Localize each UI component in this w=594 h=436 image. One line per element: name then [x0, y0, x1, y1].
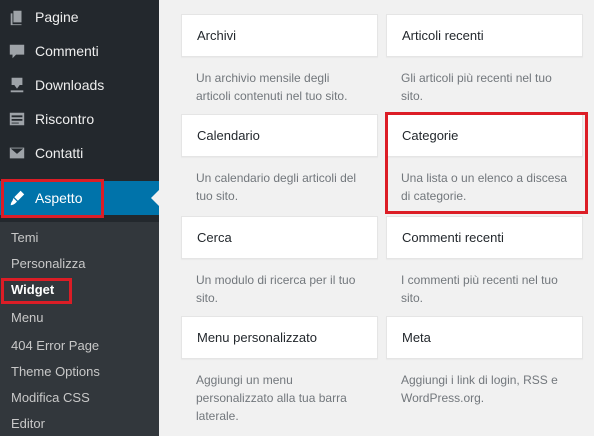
menu-item-label: Downloads [35, 77, 105, 93]
widget-cerca[interactable]: Cerca Un modulo di ricerca per il tuo si… [181, 216, 378, 307]
menu-item-label: Commenti [35, 43, 99, 59]
widget-meta[interactable]: Meta Aggiungi i link di login, RSS e Wor… [386, 316, 583, 407]
aspetto-submenu: Temi Personalizza Widget Menu 404 Error … [0, 222, 159, 436]
widget-title[interactable]: Meta [386, 316, 583, 359]
widget-title[interactable]: Archivi [181, 14, 378, 57]
menu-item-aspetto[interactable]: Aspetto [0, 181, 159, 215]
submenu-item-menu[interactable]: Menu [11, 310, 44, 325]
widget-title[interactable]: Commenti recenti [386, 216, 583, 259]
widget-title[interactable]: Menu personalizzato [181, 316, 378, 359]
widget-title[interactable]: Cerca [181, 216, 378, 259]
submenu-item-modifica-css[interactable]: Modifica CSS [11, 390, 90, 405]
submenu-item-personalizza[interactable]: Personalizza [11, 256, 85, 271]
widget-title[interactable]: Calendario [181, 114, 378, 157]
menu-item-riscontro[interactable]: Riscontro [0, 102, 159, 136]
widget-description: Aggiungi un menu personalizzato alla tua… [196, 373, 347, 423]
widget-description: Aggiungi i link di login, RSS e WordPres… [401, 373, 558, 405]
menu-item-label: Contatti [35, 145, 84, 161]
pages-icon [10, 10, 22, 26]
feedback-icon [9, 112, 25, 126]
submenu-item-theme-options[interactable]: Theme Options [11, 364, 100, 379]
menu-item-label: Pagine [35, 9, 79, 25]
widget-calendario[interactable]: Calendario Un calendario degli articoli … [181, 114, 378, 205]
submenu-item-editor[interactable]: Editor [11, 416, 45, 431]
menu-item-contatti[interactable]: Contatti [0, 136, 159, 170]
admin-sidebar: Pagine Commenti Downloads Riscontro Cont… [0, 0, 159, 436]
widget-description: Gli articoli più recenti nel tuo sito. [401, 71, 552, 103]
widget-commenti-recenti[interactable]: Commenti recenti I commenti più recenti … [386, 216, 583, 307]
widget-articoli-recenti[interactable]: Articoli recenti Gli articoli più recent… [386, 14, 583, 105]
widget-description: Un archivio mensile degli articoli conte… [196, 71, 348, 103]
menu-item-commenti[interactable]: Commenti [0, 34, 159, 68]
submenu-item-temi[interactable]: Temi [11, 230, 38, 245]
widget-description: Un modulo di ricerca per il tuo sito. [196, 273, 356, 305]
menu-item-downloads[interactable]: Downloads [0, 68, 159, 102]
brush-icon [10, 190, 25, 206]
widget-archivi[interactable]: Archivi Un archivio mensile degli artico… [181, 14, 378, 105]
comments-icon [9, 44, 25, 59]
widget-title[interactable]: Articoli recenti [386, 14, 583, 57]
widget-categorie[interactable]: Categorie Una lista o un elenco a disces… [386, 114, 583, 205]
widget-title[interactable]: Categorie [386, 114, 583, 157]
active-menu-arrow [151, 190, 159, 206]
download-icon [10, 77, 24, 93]
submenu-item-404-error-page[interactable]: 404 Error Page [11, 338, 99, 353]
submenu-item-widget[interactable]: Widget [11, 282, 54, 297]
mail-icon [9, 147, 25, 159]
menu-item-label: Aspetto [35, 190, 83, 206]
widget-description: Un calendario degli articoli del tuo sit… [196, 171, 357, 203]
widget-description: I commenti più recenti nel tuo sito. [401, 273, 558, 305]
widget-description: Una lista o un elenco a discesa di categ… [401, 171, 568, 203]
widget-menu-personalizzato[interactable]: Menu personalizzato Aggiungi un menu per… [181, 316, 378, 425]
menu-item-label: Riscontro [35, 111, 95, 127]
menu-item-pagine[interactable]: Pagine [0, 0, 159, 34]
